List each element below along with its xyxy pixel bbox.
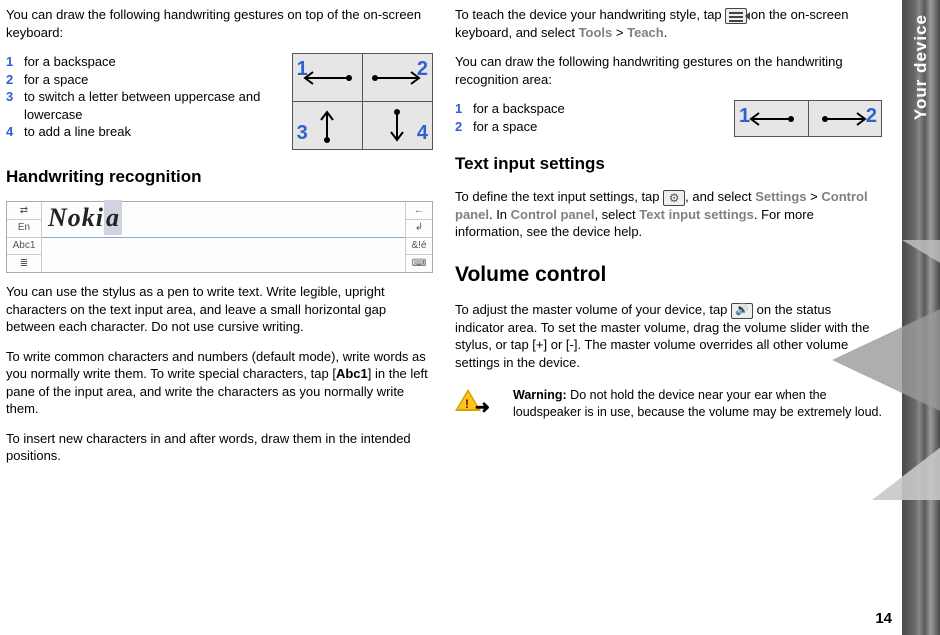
warning-text: Warning: Do not hold the device near you… [513, 387, 882, 421]
gesture-row-with-figure-2: 1for a backspace 2for a space 1 2 [455, 100, 882, 137]
hw-left-pane: ⇄ En Abc1 ≣ [7, 202, 41, 272]
hw-special-chars-button: &!é [406, 238, 432, 256]
hw-abc1-button: Abc1 [7, 238, 41, 256]
hw-mode-toggle-icon: ⇄ [7, 202, 41, 220]
hw-writing-area: Nokia [41, 202, 406, 272]
linebreak-gesture-icon [382, 108, 412, 144]
gesture-figure-2x2: 1 2 3 4 [292, 53, 433, 150]
hw-line-bottom [42, 238, 405, 273]
list-item: 2for a space [455, 118, 728, 136]
paragraph-settings-path: To define the text input settings, tap ,… [455, 188, 882, 241]
space-gesture-icon [819, 110, 871, 128]
keyboard-menu-icon [725, 8, 747, 24]
warning-block: ! Warning: Do not hold the device near y… [455, 387, 882, 421]
gesture-row-with-figure: 1for a backspace 2for a space 3to switch… [6, 53, 433, 150]
list-item: 1for a backspace [455, 100, 728, 118]
list-item: 3to switch a letter between uppercase an… [6, 88, 286, 123]
paragraph-teach: To teach the device your handwriting sty… [455, 6, 882, 41]
handwriting-recognition-heading: Handwriting recognition [6, 166, 433, 189]
hw-backspace-icon: ← [406, 202, 432, 220]
section-tab: Your device [902, 0, 940, 635]
gesture-figure-1x2: 1 2 [734, 100, 882, 137]
hw-enter-icon: ↲ [406, 220, 432, 238]
hw-lang-button: En [7, 220, 41, 238]
text-input-settings-heading: Text input settings [455, 153, 882, 176]
gesture-cell-1: 1 [292, 54, 362, 102]
hw-keyboard-icon: ≣ [7, 255, 41, 272]
backspace-gesture-icon [745, 110, 797, 128]
gesture-list-4: 1for a backspace 2for a space 3to switch… [6, 53, 286, 141]
page: You can draw the following handwriting g… [0, 0, 940, 635]
paragraph: To write common characters and numbers (… [6, 348, 433, 418]
case-switch-gesture-icon [312, 108, 342, 144]
paragraph: To insert new characters in and after wo… [6, 430, 433, 465]
paragraph: You can draw the following handwriting g… [455, 53, 882, 88]
content-area: You can draw the following handwriting g… [0, 0, 902, 635]
section-tab-label: Your device [910, 14, 933, 120]
handwritten-sample-word: Nokia [48, 200, 122, 235]
paragraph: You can use the stylus as a pen to write… [6, 283, 433, 336]
hw-right-pane: ← ↲ &!é ⌨ [406, 202, 432, 272]
left-column: You can draw the following handwriting g… [6, 6, 433, 627]
list-item: 1for a backspace [6, 53, 286, 71]
gesture-cell-2: 2 [362, 54, 432, 102]
volume-control-heading: Volume control [455, 261, 882, 289]
gesture-cell-1: 1 [735, 101, 809, 137]
right-column: To teach the device your handwriting sty… [455, 6, 882, 627]
gesture-cell-4: 4 [362, 102, 432, 150]
gear-icon [663, 190, 685, 206]
gesture-cell-3: 3 [292, 102, 362, 150]
paragraph-volume: To adjust the master volume of your devi… [455, 301, 882, 371]
gesture-cell-2: 2 [808, 101, 882, 137]
gesture-list-2: 1for a backspace 2for a space [455, 100, 728, 135]
list-item: 4to add a line break [6, 123, 286, 141]
hw-close-icon: ⌨ [406, 255, 432, 272]
intro-paragraph: You can draw the following handwriting g… [6, 6, 433, 41]
warning-icon: ! [455, 387, 503, 415]
speaker-icon [731, 303, 753, 319]
page-number: 14 [875, 609, 892, 629]
hw-line-top: Nokia [42, 202, 405, 238]
handwriting-input-figure: ⇄ En Abc1 ≣ Nokia ← ↲ &!é ⌨ [6, 201, 433, 273]
list-item: 2for a space [6, 71, 286, 89]
